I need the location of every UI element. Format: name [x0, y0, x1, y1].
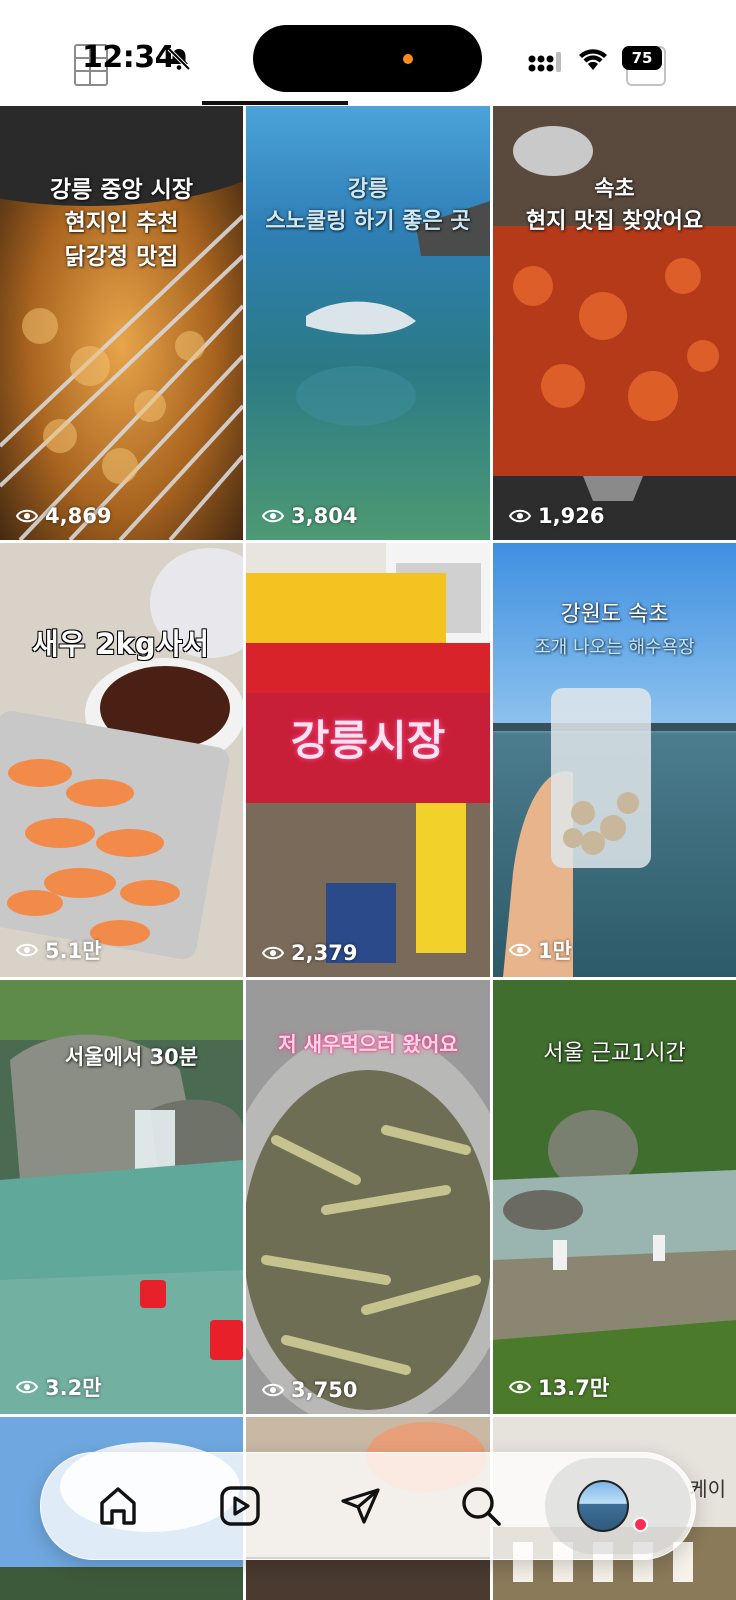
- wifi-icon: [579, 49, 607, 70]
- nav-reels[interactable]: [213, 1479, 267, 1533]
- tile-caption: 저 새우먹으러 왔어요: [278, 1032, 458, 1056]
- cellular-signal-icon: [528, 52, 561, 72]
- eye-icon: [262, 946, 284, 960]
- view-count: 4,869: [16, 504, 111, 528]
- view-count: 5.1만: [16, 935, 102, 965]
- battery-indicator: 75: [622, 46, 662, 70]
- eye-icon: [509, 509, 531, 523]
- dynamic-island: [253, 25, 482, 92]
- view-count: 3,750: [262, 1378, 357, 1402]
- tile-caption: 서울에서 30분: [64, 1045, 199, 1069]
- tile-caption: 강릉 중앙 시장 현지인 추천 닭강정 맛집: [50, 177, 193, 270]
- view-count-label: 3,750: [291, 1378, 358, 1402]
- grid-tile[interactable]: 강릉시장 2,379: [246, 543, 490, 977]
- view-count-label: 3.2만: [45, 1376, 102, 1400]
- view-count-label: 5.1만: [45, 939, 102, 963]
- search-icon: [462, 1487, 501, 1526]
- avatar[interactable]: [577, 1480, 629, 1532]
- grid-tile[interactable]: 새우 2kg사서 5.1만: [0, 543, 243, 977]
- thumbnail-shrimp: [0, 543, 243, 977]
- view-count: 1,926: [509, 504, 604, 528]
- view-count-label: 1만: [538, 939, 572, 963]
- grid-tile[interactable]: 서울에서 30분 3.2만: [0, 980, 243, 1414]
- tile-subcaption: 조개 나오는 해수욕장: [534, 637, 695, 658]
- tab-indicator: [202, 101, 348, 105]
- send-icon: [341, 1488, 380, 1524]
- bell-muted-icon: [167, 47, 191, 71]
- grid-tile[interactable]: 강원도 속초 조개 나오는 해수욕장 1만: [493, 543, 736, 977]
- tile-caption: 강릉 스노쿨링 하기 좋은 곳: [265, 177, 471, 234]
- grid-tile[interactable]: 강릉 스노쿨링 하기 좋은 곳 3,804: [246, 106, 490, 540]
- view-count-label: 4,869: [45, 504, 112, 528]
- view-count: 2,379: [262, 941, 357, 965]
- thumbnail-snorkeling: [246, 106, 490, 540]
- nav-search[interactable]: [454, 1479, 508, 1533]
- view-count-label: 3,804: [291, 504, 358, 528]
- view-count: 13.7만: [509, 1372, 609, 1402]
- home-icon: [100, 1487, 136, 1525]
- tile-caption: 서울 근교1시간: [543, 1041, 686, 1066]
- nav-home[interactable]: [91, 1479, 145, 1533]
- view-count-label: 1,926: [538, 504, 605, 528]
- tile-caption: 속초 현지 맛집 찾았어요: [525, 177, 704, 234]
- eye-icon: [262, 1383, 284, 1397]
- eye-icon: [262, 509, 284, 523]
- grid-tile[interactable]: 속초 현지 맛집 찾았어요 1,926: [493, 106, 736, 540]
- view-count: 3,804: [262, 504, 357, 528]
- thumbnail-squid-stirfry: [493, 106, 736, 540]
- grid-tile[interactable]: 강릉 중앙 시장 현지인 추천 닭강정 맛집 4,869: [0, 106, 243, 540]
- view-count-label: 13.7만: [538, 1376, 610, 1400]
- view-count: 1만: [509, 935, 572, 965]
- tile-caption: 강릉시장: [290, 716, 446, 765]
- view-count: 3.2만: [16, 1372, 102, 1402]
- privacy-dot: [403, 54, 413, 64]
- eye-icon: [509, 1380, 531, 1394]
- view-count-label: 2,379: [291, 941, 358, 965]
- status-bar: 12:34 75: [0, 0, 736, 105]
- notification-dot: [633, 1517, 648, 1532]
- grid-tile[interactable]: 저 새우먹으러 왔어요 3,750: [246, 980, 490, 1414]
- thumbnail-fried-chicken: [0, 106, 243, 540]
- eye-icon: [509, 943, 531, 957]
- status-time: 12:34: [82, 40, 176, 75]
- eye-icon: [16, 1380, 38, 1394]
- reels-icon: [220, 1486, 260, 1526]
- grid-tile[interactable]: 서울 근교1시간 13.7만: [493, 980, 736, 1414]
- eye-icon: [16, 509, 38, 523]
- tile-caption: 강원도 속초: [560, 602, 669, 627]
- eye-icon: [16, 943, 38, 957]
- tile-caption: 새우 2kg사서: [32, 627, 210, 661]
- nav-direct[interactable]: [334, 1479, 388, 1533]
